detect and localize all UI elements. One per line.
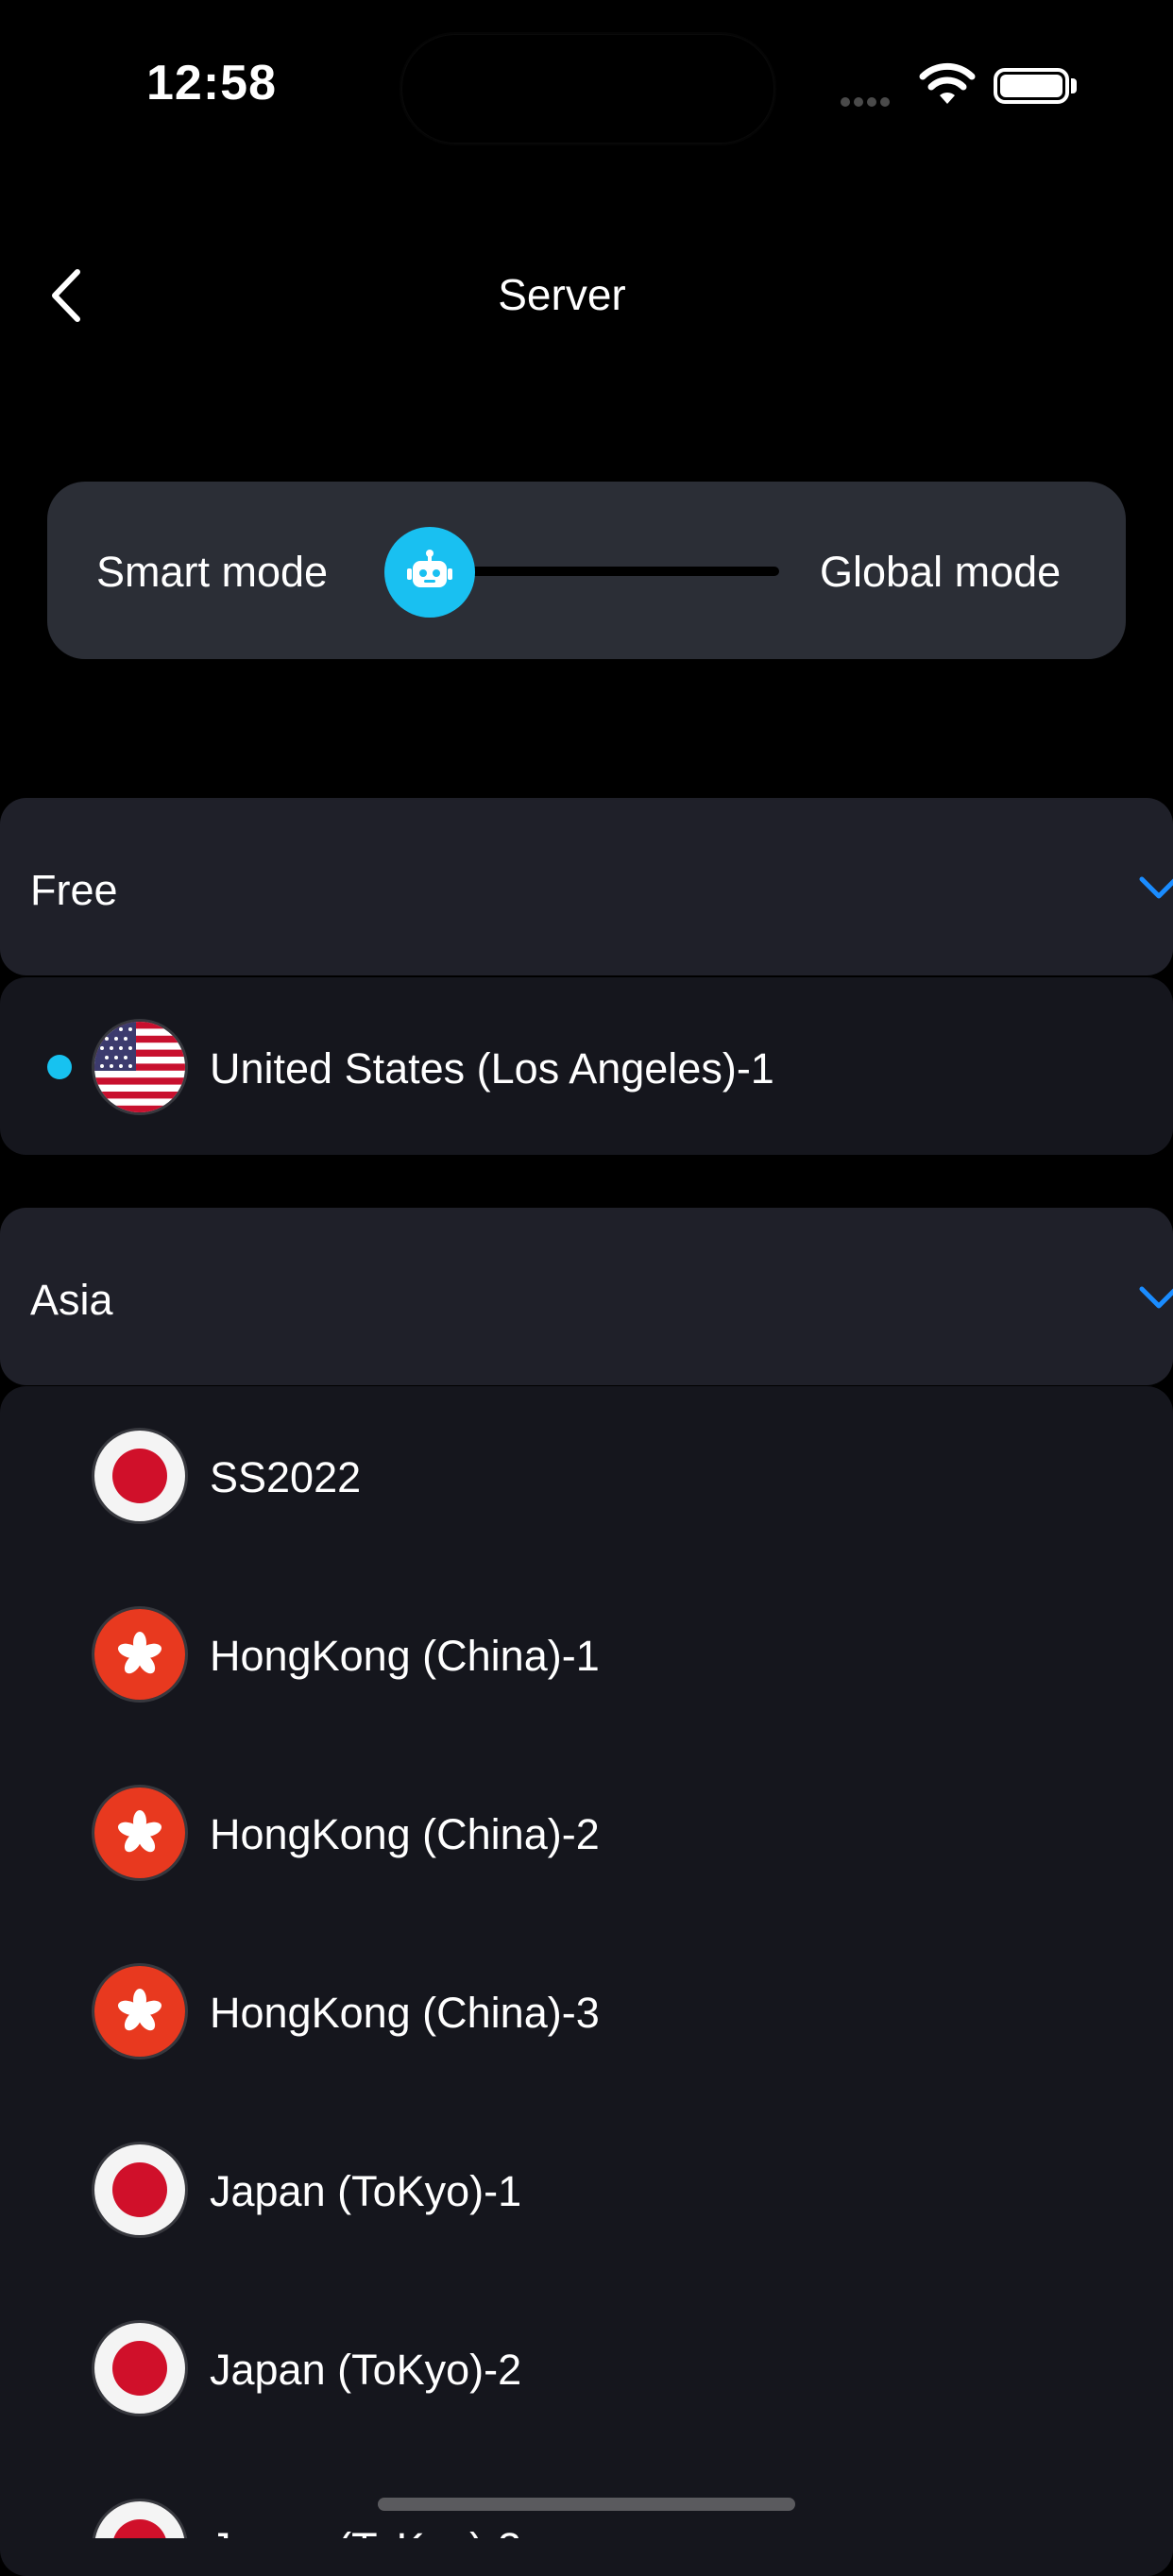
server-label: Japan (ToKyo)-1 bbox=[210, 2167, 522, 2215]
chevron-down-icon[interactable] bbox=[1138, 1283, 1173, 1312]
page-title: Server bbox=[498, 270, 626, 319]
server-label: SS2022 bbox=[210, 1453, 362, 1501]
selected-indicator bbox=[47, 1055, 72, 1079]
japan-flag-icon bbox=[94, 1431, 185, 1521]
dynamic-island bbox=[401, 34, 774, 144]
server-label: Japan (ToKyo)-2 bbox=[210, 2346, 522, 2394]
japan-flag-icon bbox=[94, 2501, 185, 2538]
chevron-down-icon[interactable] bbox=[1138, 873, 1173, 902]
server-label: HongKong (China)-2 bbox=[210, 1810, 600, 1858]
cellular-signal-icon bbox=[841, 94, 893, 111]
group-label-asia: Asia bbox=[30, 1276, 113, 1324]
server-label: United States (Los Angeles)-1 bbox=[210, 1044, 774, 1093]
server-label: HongKong (China)-1 bbox=[210, 1632, 600, 1680]
server-label: Japan (ToKyo)-3 bbox=[210, 2524, 521, 2538]
hongkong-flag-icon bbox=[94, 1966, 185, 2057]
status-time: 12:58 bbox=[146, 56, 277, 110]
japan-flag-icon bbox=[94, 2323, 185, 2414]
us-flag-icon bbox=[94, 1022, 185, 1112]
mode-slider-knob[interactable] bbox=[384, 527, 475, 618]
group-header-free[interactable] bbox=[0, 798, 1173, 975]
group-label-free: Free bbox=[30, 866, 118, 914]
hongkong-flag-icon bbox=[94, 1609, 185, 1700]
battery-icon bbox=[994, 68, 1069, 104]
japan-flag-icon bbox=[94, 2144, 185, 2235]
wifi-icon bbox=[919, 62, 976, 104]
hongkong-flag-icon bbox=[94, 1788, 185, 1878]
battery-tip bbox=[1071, 78, 1077, 93]
home-indicator[interactable] bbox=[378, 2498, 795, 2511]
robot-icon bbox=[407, 550, 452, 587]
group-header-asia[interactable] bbox=[0, 1208, 1173, 1385]
smart-mode-label[interactable]: Smart mode bbox=[96, 548, 328, 597]
global-mode-label[interactable]: Global mode bbox=[820, 548, 1061, 597]
mode-slider-track[interactable] bbox=[453, 567, 779, 576]
server-label: HongKong (China)-3 bbox=[210, 1989, 600, 2037]
